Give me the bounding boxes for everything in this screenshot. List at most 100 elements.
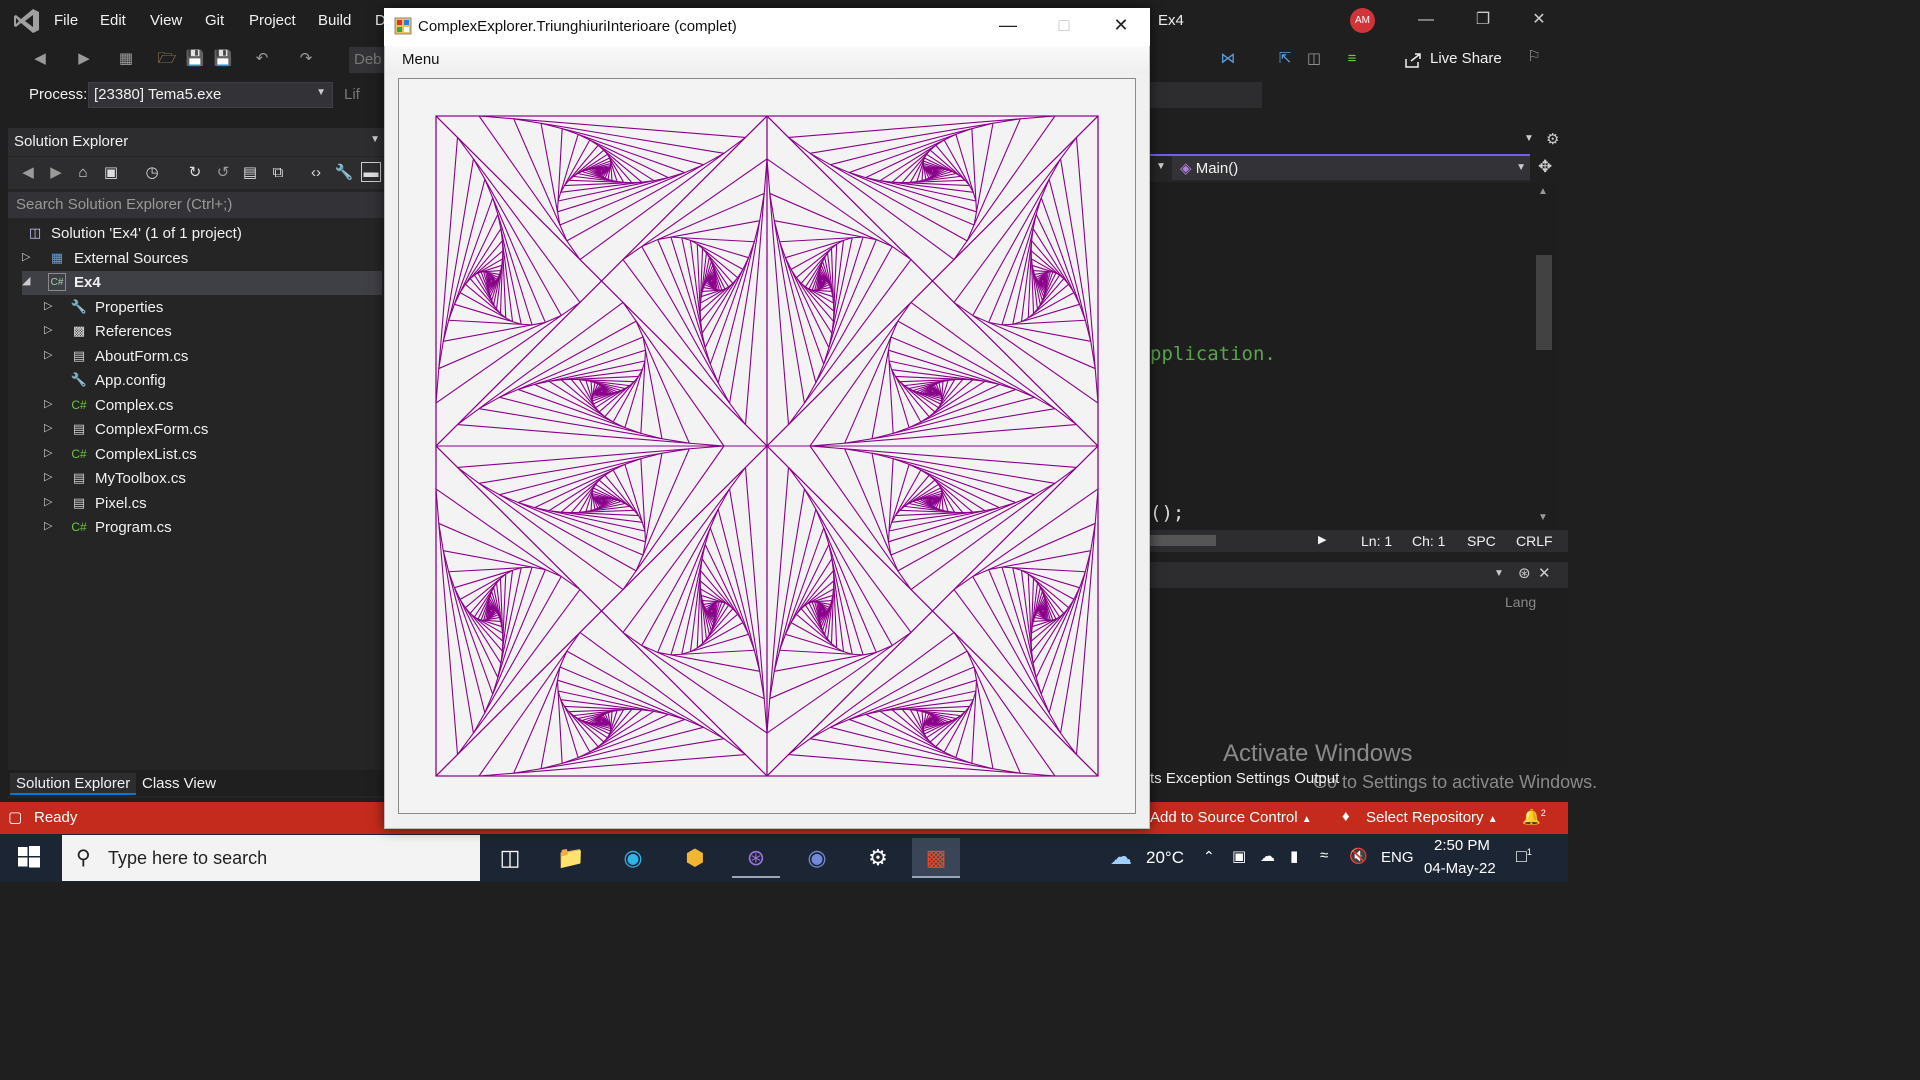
- collapse-all-icon[interactable]: ▤: [240, 163, 260, 183]
- tree-item-aboutform[interactable]: ▷ ▤ AboutForm.cs: [44, 345, 374, 369]
- line-ending-indicator[interactable]: CRLF: [1516, 533, 1553, 549]
- wifi-icon[interactable]: ≈: [1320, 847, 1328, 864]
- clock-time[interactable]: 2:50 PM: [1434, 837, 1490, 854]
- save-icon[interactable]: 💾: [185, 49, 205, 69]
- meet-now-icon[interactable]: ▣: [1232, 847, 1246, 865]
- menu-build[interactable]: Build: [318, 12, 351, 29]
- form-close-icon[interactable]: ✕: [1110, 14, 1132, 36]
- split-editor-icon[interactable]: ✥: [1538, 157, 1552, 177]
- tree-item-appconfig[interactable]: 🔧 App.config: [44, 369, 374, 393]
- pin-icon[interactable]: ⊛: [1518, 564, 1531, 582]
- close-icon[interactable]: ✕: [1538, 564, 1551, 582]
- task-view-icon[interactable]: ◫: [486, 838, 534, 878]
- panel-menu-icon[interactable]: ▼: [1494, 568, 1504, 579]
- chevron-up-icon[interactable]: ⌃: [1203, 848, 1215, 865]
- expand-icon[interactable]: ▷: [44, 495, 56, 508]
- notifications-icon[interactable]: 🔔2: [1522, 808, 1546, 826]
- live-share-icon[interactable]: [1404, 51, 1422, 69]
- editor-scrollbar[interactable]: [1532, 182, 1556, 530]
- horizontal-scrollbar-thumb[interactable]: [1150, 535, 1216, 546]
- input-language[interactable]: ENG: [1381, 849, 1414, 866]
- tree-item-pixel[interactable]: ▷ ▤ Pixel.cs: [44, 492, 374, 516]
- select-repository-button[interactable]: Select Repository ▲: [1366, 809, 1498, 826]
- edge-browser-icon[interactable]: ◉: [609, 838, 657, 878]
- tree-external-sources[interactable]: ▷ ▦ External Sources: [22, 247, 372, 271]
- expand-icon[interactable]: ▷: [44, 299, 56, 312]
- visual-studio-logo-icon[interactable]: [12, 6, 42, 36]
- git-icon[interactable]: ⋈: [1218, 49, 1238, 69]
- back-icon[interactable]: ◀: [30, 49, 50, 69]
- tree-item-properties[interactable]: ▷ 🔧 Properties: [44, 296, 374, 320]
- form-minimize-icon[interactable]: —: [997, 14, 1019, 36]
- toolbox-icon[interactable]: ◫: [1304, 49, 1324, 69]
- gear-icon[interactable]: ⚙: [1546, 130, 1559, 148]
- undo-icon[interactable]: ↶: [252, 49, 272, 69]
- visual-studio-taskbar-icon[interactable]: ⊛: [732, 838, 780, 878]
- app-cube-icon[interactable]: ⬢: [671, 838, 719, 878]
- volume-muted-icon[interactable]: 🔇: [1349, 847, 1368, 865]
- clock-date[interactable]: 04-May-22: [1424, 860, 1496, 877]
- member-dropdown[interactable]: ◈ Main() ▼: [1172, 156, 1530, 180]
- scroll-up-icon[interactable]: ▲: [1538, 186, 1548, 197]
- save-all-icon[interactable]: 💾: [213, 49, 233, 69]
- lifecycle-events-dropdown[interactable]: Lif: [344, 86, 360, 103]
- scroll-right-icon[interactable]: ▶: [1318, 533, 1326, 546]
- expand-icon[interactable]: ▷: [44, 519, 56, 532]
- taskbar-search-input[interactable]: ⚲ Type here to search: [62, 835, 480, 881]
- tree-item-complex[interactable]: ▷ C# Complex.cs: [44, 394, 374, 418]
- switch-views-icon[interactable]: ▣: [101, 163, 121, 183]
- menu-edit[interactable]: Edit: [100, 12, 126, 29]
- tab-list-icon[interactable]: ▼: [1524, 133, 1534, 144]
- tree-project[interactable]: ◢ C# Ex4: [22, 271, 382, 295]
- view-code-icon[interactable]: ‹›: [306, 163, 326, 183]
- expand-icon[interactable]: ▷: [44, 323, 56, 336]
- tab-solution-explorer[interactable]: Solution Explorer: [10, 773, 137, 795]
- weather-cloud-icon[interactable]: ☁: [1110, 844, 1132, 870]
- process-dropdown[interactable]: [23380] Tema5.exe ▼: [88, 82, 333, 108]
- nested-triangles-drawing[interactable]: [399, 79, 1135, 813]
- refresh-icon[interactable]: ↺: [213, 163, 233, 183]
- tab-class-view[interactable]: Class View: [136, 773, 222, 795]
- properties-icon[interactable]: 🔧: [334, 163, 354, 183]
- menu-project[interactable]: Project: [249, 12, 296, 29]
- thread-dropdown[interactable]: [1150, 82, 1262, 108]
- solution-config-dropdown[interactable]: Deb: [349, 47, 385, 73]
- collapse-icon[interactable]: ◢: [22, 274, 34, 287]
- tree-item-references[interactable]: ▷ ▩ References: [44, 320, 374, 344]
- menu-file[interactable]: File: [54, 12, 78, 29]
- tree-solution[interactable]: ◫ Solution 'Ex4' (1 of 1 project): [22, 222, 372, 246]
- menu-view[interactable]: View: [150, 12, 182, 29]
- tree-item-mytoolbox[interactable]: ▷ ▤ MyToolbox.cs: [44, 467, 374, 491]
- forward-icon[interactable]: ▶: [74, 49, 94, 69]
- battery-icon[interactable]: ▮: [1290, 847, 1298, 865]
- tree-item-complexform[interactable]: ▷ ▤ ComplexForm.cs: [44, 418, 374, 442]
- weather-temperature[interactable]: 20°C: [1146, 848, 1184, 868]
- redo-icon[interactable]: ↷: [296, 49, 316, 69]
- file-explorer-icon[interactable]: 📁: [547, 838, 595, 878]
- new-project-icon[interactable]: ▦: [116, 49, 136, 69]
- discord-icon[interactable]: ◉: [793, 838, 841, 878]
- menu-git[interactable]: Git: [205, 12, 224, 29]
- open-folder-icon[interactable]: 🗁: [157, 49, 177, 69]
- avatar[interactable]: AM: [1350, 8, 1375, 33]
- live-share-button[interactable]: Live Share: [1430, 50, 1502, 67]
- expand-icon[interactable]: ▷: [44, 397, 56, 410]
- tree-item-complexlist[interactable]: ▷ C# ComplexList.cs: [44, 443, 374, 467]
- output-panel-tabs[interactable]: ts Exception Settings Output: [1150, 770, 1339, 787]
- back-icon[interactable]: ◀: [18, 163, 38, 183]
- preview-selected-icon[interactable]: ▬: [361, 162, 381, 182]
- settings-icon[interactable]: ⚙: [854, 838, 902, 878]
- windows-start-icon[interactable]: [18, 846, 40, 868]
- onedrive-icon[interactable]: ☁: [1260, 847, 1275, 865]
- expand-icon[interactable]: ▷: [44, 446, 56, 459]
- cursor-icon[interactable]: ⇱: [1275, 49, 1295, 69]
- complex-explorer-taskbar-icon[interactable]: ▩: [912, 838, 960, 878]
- panel-menu-icon[interactable]: ▼: [370, 134, 380, 145]
- scroll-down-icon[interactable]: ▼: [1538, 512, 1548, 523]
- expand-icon[interactable]: ▷: [44, 421, 56, 434]
- vs-restore-icon[interactable]: ❐: [1473, 10, 1493, 30]
- whitespace-indicator[interactable]: SPC: [1467, 533, 1496, 549]
- forward-icon[interactable]: ▶: [46, 163, 66, 183]
- expand-icon[interactable]: ▷: [44, 348, 56, 361]
- comment-icon[interactable]: ≡: [1342, 49, 1362, 69]
